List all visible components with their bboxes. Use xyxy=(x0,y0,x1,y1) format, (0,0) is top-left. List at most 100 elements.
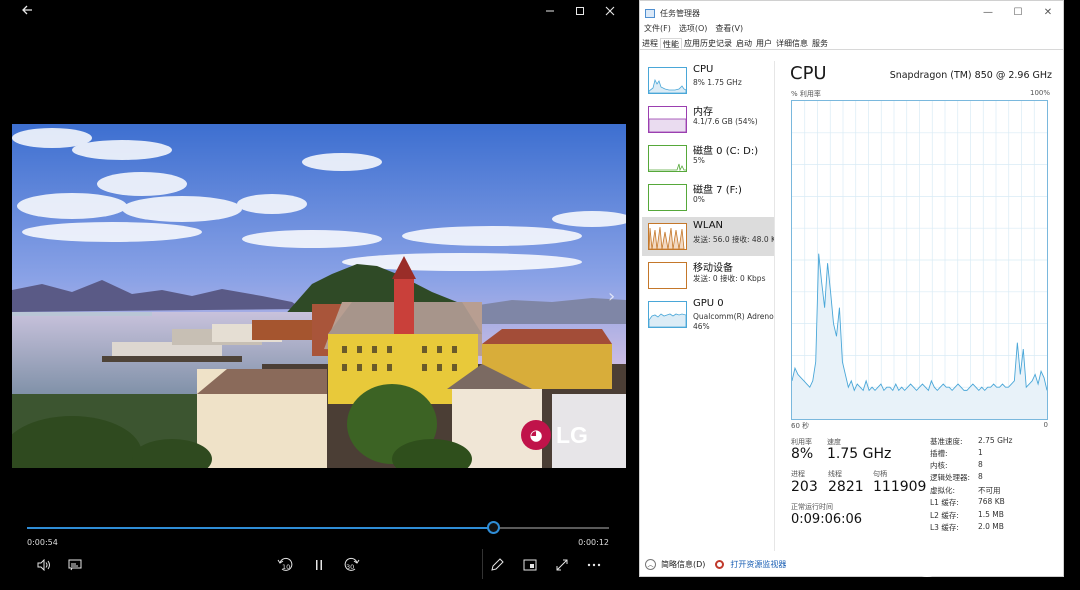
back-arrow-icon[interactable] xyxy=(14,0,40,26)
spec-value: 8 xyxy=(978,472,983,481)
spec-key: 内核: xyxy=(930,461,948,470)
subtitles-icon[interactable] xyxy=(64,556,86,574)
window-controls: — ☐ ✕ xyxy=(973,1,1063,25)
open-resource-monitor-link[interactable]: 打开资源监视器 xyxy=(730,559,786,570)
sidebar-item-gpu-0[interactable]: GPU 0 Qualcomm(R) Adreno 46% xyxy=(642,295,774,337)
watermark-logo-icon: 值 xyxy=(913,549,941,577)
edit-pen-icon[interactable] xyxy=(486,556,508,574)
handles-value: 111909 xyxy=(873,479,927,495)
sidebar-item-detail: 8% 1.75 GHz xyxy=(693,78,742,87)
spec-key: L3 缓存: xyxy=(930,523,959,532)
tm-minimize-icon[interactable]: — xyxy=(973,1,1003,25)
mini-view-icon[interactable] xyxy=(519,556,541,574)
sidebar-item-memory[interactable]: 内存 4.1/7.6 GB (54%) xyxy=(642,100,774,139)
pause-icon[interactable] xyxy=(308,556,330,574)
uptime-value: 0:09:06:06 xyxy=(791,512,863,527)
cpu-usage-chart xyxy=(791,101,1048,419)
watermark: 值 什么值得买 xyxy=(913,549,1037,577)
sidebar-item-detail: Qualcomm(R) Adreno xyxy=(693,312,774,321)
processes-label: 进程 xyxy=(791,470,805,478)
sidebar-item-detail-2: 46% xyxy=(693,322,710,331)
volume-icon[interactable] xyxy=(33,556,55,574)
speed-value: 1.75 GHz xyxy=(827,446,892,462)
sidebar-item-label: 磁盘 7 (F:) xyxy=(693,185,742,196)
chevron-up-icon[interactable]: ︿ xyxy=(645,558,656,570)
more-icon[interactable] xyxy=(583,556,605,574)
control-divider xyxy=(482,549,483,579)
cpu-usage-graph xyxy=(791,100,1048,420)
spec-key: L1 缓存: xyxy=(930,498,959,507)
sidebar-item-detail: 发送: 56.0 接收: 48.0 K xyxy=(693,235,774,244)
seek-bar-progress xyxy=(27,527,493,529)
maximize-icon[interactable] xyxy=(567,0,593,26)
sidebar-item-cpu[interactable]: CPU 8% 1.75 GHz xyxy=(642,61,774,100)
spec-value: 1.5 MB xyxy=(978,510,1004,519)
processor-name: Snapdragon (TM) 850 @ 2.96 GHz xyxy=(889,70,1052,81)
menu-file[interactable]: 文件(F) xyxy=(640,23,675,36)
resource-monitor-icon xyxy=(715,559,725,569)
rewind-10-label: 10 xyxy=(282,563,291,571)
tab-performance[interactable]: 性能 xyxy=(660,38,682,49)
uptime-label: 正常运行时间 xyxy=(791,503,833,511)
sidebar-item-mobile-device[interactable]: 移动设备 发送: 0 接收: 0 Kbps xyxy=(642,256,774,295)
sidebar-item-disk-0[interactable]: 磁盘 0 (C: D:) 5% xyxy=(642,139,774,178)
fewer-details-link[interactable]: 简略信息(D) xyxy=(661,559,705,570)
tab-users[interactable]: 用户 xyxy=(754,38,774,49)
player-titlebar xyxy=(12,0,626,26)
tab-app-history[interactable]: 应用历史记录 xyxy=(682,38,734,49)
menu-options[interactable]: 选项(O) xyxy=(675,23,712,36)
tab-startup[interactable]: 启动 xyxy=(734,38,754,49)
screenshot-root: ◕ LG › 0:00:54 0:00:12 10 30 任务管理器 — ☐ ✕… xyxy=(0,0,1080,590)
spec-key: 基准速度: xyxy=(930,437,963,446)
minimize-icon[interactable] xyxy=(537,0,563,26)
video-frame[interactable]: ◕ LG › xyxy=(12,124,626,468)
panel-title: CPU xyxy=(790,63,827,84)
menu-bar: 文件(F) 选项(O) 查看(V) xyxy=(640,23,747,36)
sidebar-item-disk-7[interactable]: 磁盘 7 (F:) 0% xyxy=(642,178,774,217)
forward-30-icon[interactable]: 30 xyxy=(340,556,362,574)
task-manager-window: 任务管理器 — ☐ ✕ 文件(F) 选项(O) 查看(V) 进程 性能 应用历史… xyxy=(639,0,1064,577)
seek-bar[interactable] xyxy=(27,521,609,534)
window-title: 任务管理器 xyxy=(660,8,700,18)
next-chevron-icon[interactable]: › xyxy=(608,286,615,307)
sidebar-item-detail: 0% xyxy=(693,195,705,204)
tm-close-icon[interactable]: ✕ xyxy=(1033,1,1063,25)
processes-value: 203 xyxy=(791,479,818,495)
gpu-mini-graph xyxy=(648,301,687,328)
handles-label: 句柄 xyxy=(873,470,887,478)
fullscreen-icon[interactable] xyxy=(551,556,573,574)
tab-details[interactable]: 详细信息 xyxy=(774,38,810,49)
spec-key: 虚拟化: xyxy=(930,486,956,495)
util-axis-label: % 利用率 xyxy=(791,90,821,98)
sidebar-item-label: 磁盘 0 (C: D:) xyxy=(693,146,759,157)
close-icon[interactable] xyxy=(597,0,623,26)
threads-label: 线程 xyxy=(828,470,842,478)
forward-30-label: 30 xyxy=(346,563,355,571)
sidebar-item-label: GPU 0 xyxy=(693,298,724,309)
spec-value: 2.0 MB xyxy=(978,522,1004,531)
spec-key: L2 缓存: xyxy=(930,511,959,520)
tab-strip: 进程 性能 应用历史记录 启动 用户 详细信息 服务 xyxy=(640,38,1063,50)
sidebar-divider xyxy=(774,61,775,551)
elapsed-time: 0:00:54 xyxy=(27,538,58,547)
tm-maximize-icon[interactable]: ☐ xyxy=(1003,1,1033,25)
sidebar-item-label: 内存 xyxy=(693,107,713,118)
utilization-value: 8% xyxy=(791,446,814,462)
max-axis-label: 100% xyxy=(1029,89,1050,97)
sidebar-item-label: 移动设备 xyxy=(693,263,733,274)
spec-value: 2.75 GHz xyxy=(978,436,1013,445)
threads-value: 2821 xyxy=(828,479,864,495)
tab-processes[interactable]: 进程 xyxy=(640,38,660,49)
sidebar-item-detail: 发送: 0 接收: 0 Kbps xyxy=(693,274,766,283)
mobile-mini-graph xyxy=(648,262,687,289)
menu-view[interactable]: 查看(V) xyxy=(711,23,747,36)
watermark-text: 什么值得买 xyxy=(947,554,1037,575)
tab-services[interactable]: 服务 xyxy=(810,38,830,49)
performance-sidebar: CPU 8% 1.75 GHz 内存 4.1/7.6 GB (54%) 磁盘 0… xyxy=(642,61,774,341)
seek-bar-thumb[interactable] xyxy=(486,521,500,534)
spec-key: 逻辑处理器: xyxy=(930,473,971,482)
rewind-10-icon[interactable]: 10 xyxy=(275,556,297,574)
sidebar-item-wlan[interactable]: WLAN 发送: 56.0 接收: 48.0 K xyxy=(642,217,774,256)
remaining-time: 0:00:12 xyxy=(578,538,609,547)
spec-value: 1 xyxy=(978,448,983,457)
